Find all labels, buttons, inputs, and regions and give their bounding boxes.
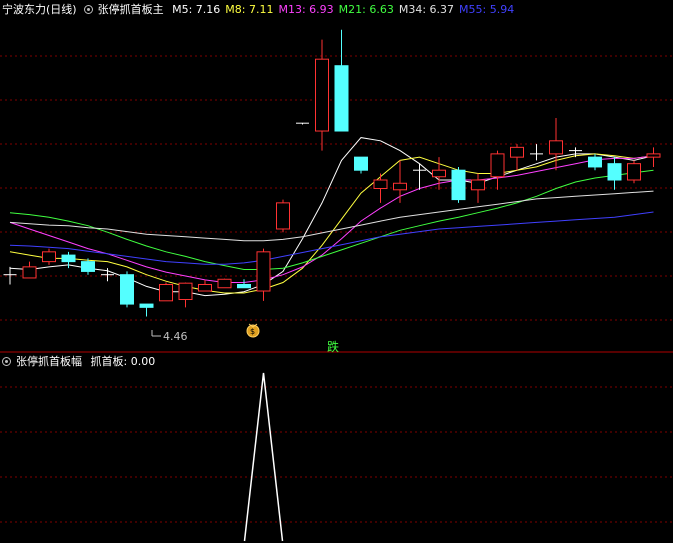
candle-up (178, 282, 193, 301)
ma-readout: M55: 5.94 (459, 3, 515, 16)
low-marker-value: 4.46 (163, 330, 188, 343)
candle-up (432, 169, 446, 178)
ma-line-m13 (9, 155, 654, 283)
candle-up (510, 146, 524, 158)
sub-indicator-readout: 抓首板: 0.00 (90, 355, 156, 368)
main-panel-header: 宁波东力(日线) 张停抓首板主 M5: 7.16 M8: 7.11 M13: 6.93… (0, 2, 524, 18)
main-indicator-name[interactable]: 张停抓首板主 (98, 3, 164, 16)
candle-down (237, 283, 251, 289)
candle-down (451, 169, 466, 201)
ma-line-m8 (9, 153, 654, 294)
candlesticks (3, 29, 661, 317)
sub-indicator-name[interactable]: 张停抓首板幅 (16, 355, 82, 368)
sub-panel-header: 张停抓首板幅 抓首板: 0.00 (0, 354, 160, 370)
svg-text:$: $ (250, 327, 255, 336)
candle-up (198, 283, 212, 292)
ma-line-m21 (9, 169, 654, 270)
settings-gear-icon[interactable] (2, 357, 11, 366)
moving-average-lines (9, 137, 654, 297)
candle-up (42, 251, 56, 263)
chart-canvas: 4.46 $ 跌 (0, 29, 673, 542)
stock-label[interactable]: 宁波东力(日线) (2, 3, 77, 16)
candle-down (81, 261, 95, 272)
candle-up (159, 283, 173, 302)
ma-readout: M34: 6.37 (398, 3, 455, 16)
signal-text: 跌 (327, 339, 339, 354)
ma-readout: M5: 7.16 (172, 3, 221, 16)
candle-up (471, 179, 485, 191)
settings-gear-icon[interactable] (83, 5, 93, 14)
candle-down (120, 274, 134, 305)
sub-indicator-spike (243, 372, 284, 542)
candle-up (217, 278, 232, 289)
candle-up (22, 266, 37, 279)
ma-readout: M21: 6.63 (338, 3, 394, 16)
ma-line-m5 (9, 137, 654, 297)
ma-line-m34 (9, 190, 654, 242)
candle-up (276, 202, 290, 230)
candle-up (256, 251, 271, 292)
ma-readout: M13: 6.93 (278, 3, 334, 16)
candle-up (549, 140, 563, 155)
candle-up (490, 153, 505, 178)
ma-line-m55 (9, 211, 654, 265)
money-bag-icon: $ (246, 323, 260, 338)
ma-readouts: M5: 7.16 M8: 7.11 M13: 6.93 M21: 6.63 M34: 6… (172, 3, 519, 16)
candle-down (334, 65, 349, 132)
candle-down (354, 156, 368, 171)
candle-down (607, 163, 622, 181)
candle-down (61, 254, 76, 263)
sub-indicator-plot (243, 372, 284, 542)
candle-up (373, 179, 388, 189)
candle-up (393, 182, 407, 191)
candle-up (315, 58, 329, 132)
ma-readout: M8: 7.11 (225, 3, 274, 16)
candle-down (139, 303, 154, 308)
candle-up (627, 163, 641, 181)
candle-up (646, 153, 661, 158)
candle-down (588, 156, 602, 168)
